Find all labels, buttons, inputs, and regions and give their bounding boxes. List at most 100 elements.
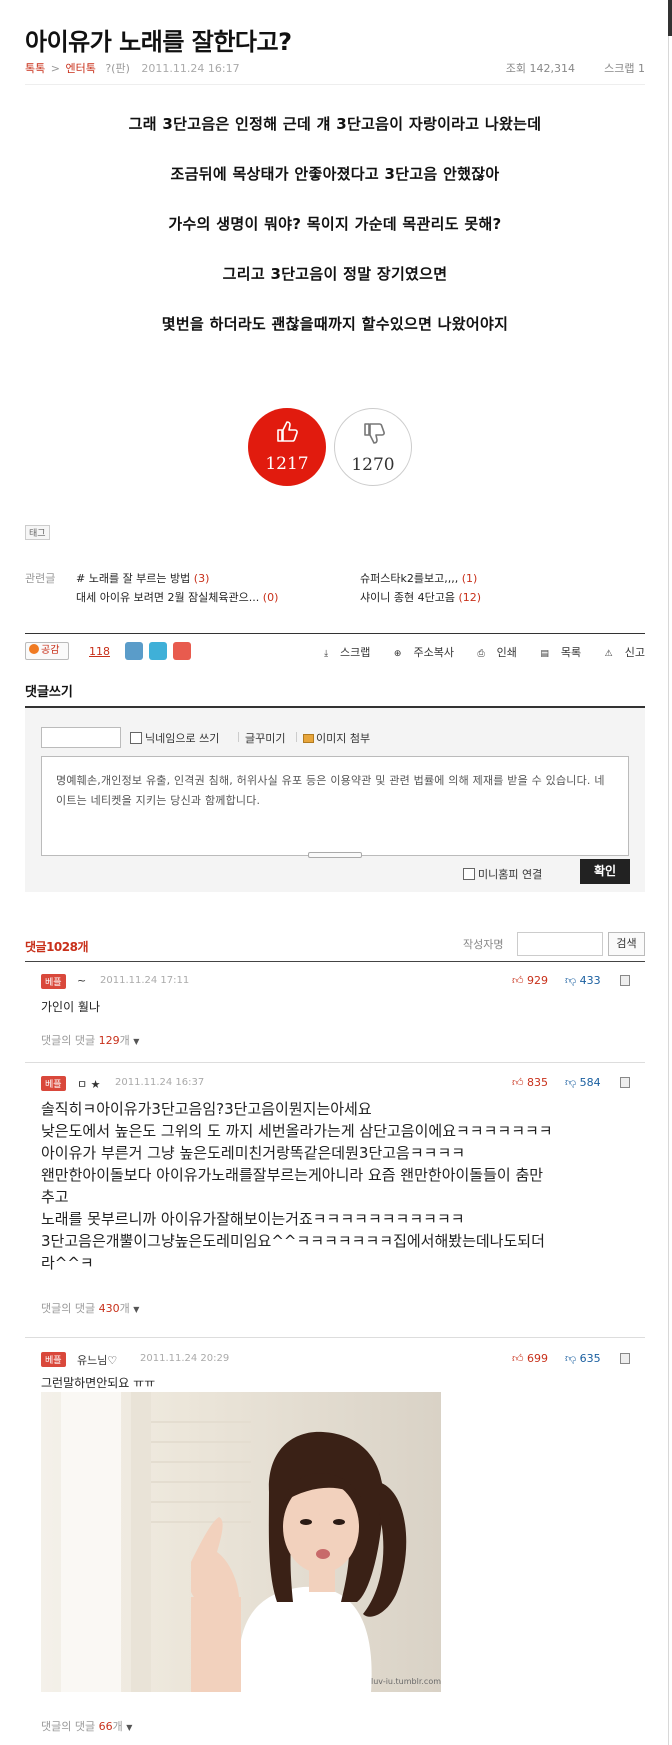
thumbs-down-icon (364, 423, 385, 444)
caret-down-icon: ▼ (133, 1037, 140, 1046)
list-icon: ▤ (540, 649, 549, 659)
comment-line: 낮은도에서 높은도 그위의 도 까지 세번올라가는게 삼단고음이에요ㅋㅋㅋㅋㅋㅋ… (41, 1122, 553, 1140)
comment-line: 왠만한아이돌보다 아이유가노래를잘부르는게아니라 요즘 왠만한아이돌들이 춤만 (41, 1166, 544, 1184)
related-post-title: 대세 아이유 보려면 2월 잠실체육관으... (76, 591, 260, 604)
breadcrumb-board[interactable]: 톡톡 (25, 62, 45, 75)
post-body-line: 그래 3단고음은 인정해 근데 걔 3단고음이 자랑이라고 나왔는데 (128, 115, 542, 133)
reply-suffix: 개 (119, 1034, 130, 1047)
comment-header: 베플 유느님♡ 2011.11.24 20:29 👍︎ 699 👎︎ 635 (25, 1350, 645, 1370)
reply-count: 66 (98, 1720, 113, 1733)
best-badge: 베플 (41, 974, 66, 989)
related-label: 관련글 (25, 572, 56, 585)
tag-label: 태그 (25, 525, 50, 540)
post-body-line: 몇번을 하더라도 괜찮을때까지 할수있으면 나왔어야지 (161, 315, 509, 333)
reply-toggle[interactable]: 댓글의 댓글 129개 ▼ (41, 1032, 139, 1048)
checkbox-box[interactable] (463, 868, 475, 880)
mini-homepage-checkbox[interactable]: 미니홈피 연결 (463, 866, 542, 882)
comment-author[interactable]: ~ (77, 974, 86, 987)
copy-url-label: 주소복사 (413, 646, 454, 659)
reply-label: 댓글의 댓글 (41, 1034, 96, 1047)
vote-down-button[interactable]: 1270 (334, 408, 412, 486)
comment-header: 베플 ~ 2011.11.24 17:11 👍︎ 929 👎︎ 433 (25, 972, 645, 992)
related-post-link[interactable]: 슈퍼스타k2를보고,,,, (1) (360, 570, 477, 586)
post-title: 아이유가 노래를 잘한다고? (25, 28, 292, 56)
thumbs-down-icon: 👎︎ (565, 1352, 577, 1365)
decorate-button[interactable]: 글꾸미기 (245, 730, 285, 746)
comment-upvote[interactable]: 👍︎ 929 (512, 974, 548, 987)
related-post-link[interactable]: 대세 아이유 보려면 2월 잠실체육관으... (0) (76, 589, 278, 605)
empathy-count[interactable]: 118 (89, 645, 110, 658)
caret-down-icon: ▼ (126, 1723, 133, 1732)
vote-up-button[interactable]: 1217 (248, 408, 326, 486)
downvote-count: 433 (579, 974, 601, 987)
me2day-share-icon[interactable] (173, 642, 191, 660)
scrap-count: 스크랩 1 (604, 62, 645, 75)
copy-url-action[interactable]: ⊕ 주소복사 (384, 646, 454, 659)
empathy-label: 공감 (41, 645, 60, 656)
comment-author[interactable]: ㅁ ★ (77, 1076, 100, 1092)
comment-downvote[interactable]: 👎︎ 433 (565, 974, 601, 987)
print-action[interactable]: ⎙ 인쇄 (467, 646, 516, 659)
nickname-checkbox-label: 닉네임으로 쓰기 (145, 732, 220, 745)
report-icon[interactable] (620, 1353, 630, 1364)
related-post-link[interactable]: 샤이니 종현 4단고음 (12) (360, 589, 481, 605)
downvote-count: 584 (579, 1076, 601, 1089)
divider (25, 1337, 645, 1338)
reply-toggle[interactable]: 댓글의 댓글 66개 ▼ (41, 1718, 132, 1734)
author-search-input[interactable] (517, 932, 603, 956)
checkbox-box[interactable] (130, 732, 142, 744)
page-right-border (668, 0, 669, 1745)
attach-image-button[interactable]: 이미지 첨부 (303, 730, 370, 746)
list-label: 목록 (560, 646, 582, 659)
scrollbar-thumb[interactable] (668, 0, 672, 36)
comment-line: 노래를 못부르니까 아이유가잘해보이는거죠ㅋㅋㅋㅋㅋㅋㅋㅋㅋㅋㅋ (41, 1210, 465, 1228)
scrap-action[interactable]: ⤓ 스크랩 (314, 646, 370, 659)
list-action[interactable]: ▤ 목록 (530, 646, 581, 659)
nickname-checkbox[interactable]: 닉네임으로 쓰기 (130, 730, 219, 746)
cyworld-share-icon[interactable] (125, 642, 143, 660)
post-meta: 톡톡 > 엔터톡 ?(판) 2011.11.24 16:17 조회 142,31… (25, 60, 645, 76)
related-post-count: (12) (458, 591, 482, 604)
comment-line: 아이유가 부른거 그냥 높은도레미친거랑똑같은데뭔3단고음ㅋㅋㅋㅋ (41, 1144, 466, 1162)
reply-suffix: 개 (119, 1302, 130, 1315)
comment-downvote[interactable]: 👎︎ 635 (565, 1352, 601, 1365)
comment-date: 2011.11.24 16:37 (115, 1077, 205, 1088)
upvote-count: 699 (527, 1352, 548, 1365)
thumbs-up-icon (277, 421, 298, 442)
toolbar-separator (296, 732, 297, 742)
search-button[interactable]: 검색 (608, 932, 645, 956)
related-post-link[interactable]: # 노래를 잘 부르는 방법 (3) (76, 570, 209, 586)
vote-up-count: 1217 (265, 454, 309, 474)
attach-image-label: 이미지 첨부 (316, 732, 371, 745)
submit-comment-button[interactable]: 확인 (580, 859, 630, 884)
reply-toggle[interactable]: 댓글의 댓글 430개 ▼ (41, 1300, 139, 1316)
comment-downvote[interactable]: 👎︎ 584 (565, 1076, 601, 1089)
comment-upvote[interactable]: 👍︎ 835 (512, 1076, 548, 1089)
report-icon[interactable] (620, 1077, 630, 1088)
thumbs-up-icon: 👍︎ (512, 1352, 524, 1365)
comment-item: 베플 ~ 2011.11.24 17:11 👍︎ 929 👎︎ 433 가인이 … (25, 972, 645, 1062)
empathy-button[interactable]: 공감 (25, 642, 69, 660)
breadcrumb: 톡톡 > 엔터톡 ?(판) 2011.11.24 16:17 (25, 60, 240, 76)
report-icon[interactable] (620, 975, 630, 986)
textarea-resize-handle[interactable] (308, 852, 362, 858)
nickname-input[interactable] (41, 727, 121, 748)
twitter-share-icon[interactable] (149, 642, 167, 660)
best-badge: 베플 (41, 1076, 66, 1091)
divider (25, 84, 645, 85)
report-icon: ⚠ (604, 649, 613, 659)
comment-upvote[interactable]: 👍︎ 699 (512, 1352, 548, 1365)
related-post-title: # 노래를 잘 부르는 방법 (76, 572, 191, 585)
image-icon (303, 734, 314, 743)
caret-down-icon: ▼ (133, 1305, 140, 1314)
comment-textarea[interactable]: 명예훼손,개인정보 유출, 인격권 침해, 허위사실 유포 등은 이용약관 및 … (41, 756, 629, 856)
divider (25, 961, 645, 962)
thumbs-up-icon: 👍︎ (512, 974, 524, 987)
upvote-count: 929 (527, 974, 548, 987)
comment-author[interactable]: 유느님♡ (77, 1352, 117, 1368)
breadcrumb-category[interactable]: 엔터톡 (65, 62, 95, 75)
report-label: 신고 (624, 646, 645, 659)
report-action[interactable]: ⚠ 신고 (595, 646, 645, 659)
upvote-count: 835 (527, 1076, 548, 1089)
reply-suffix: 개 (112, 1720, 123, 1733)
